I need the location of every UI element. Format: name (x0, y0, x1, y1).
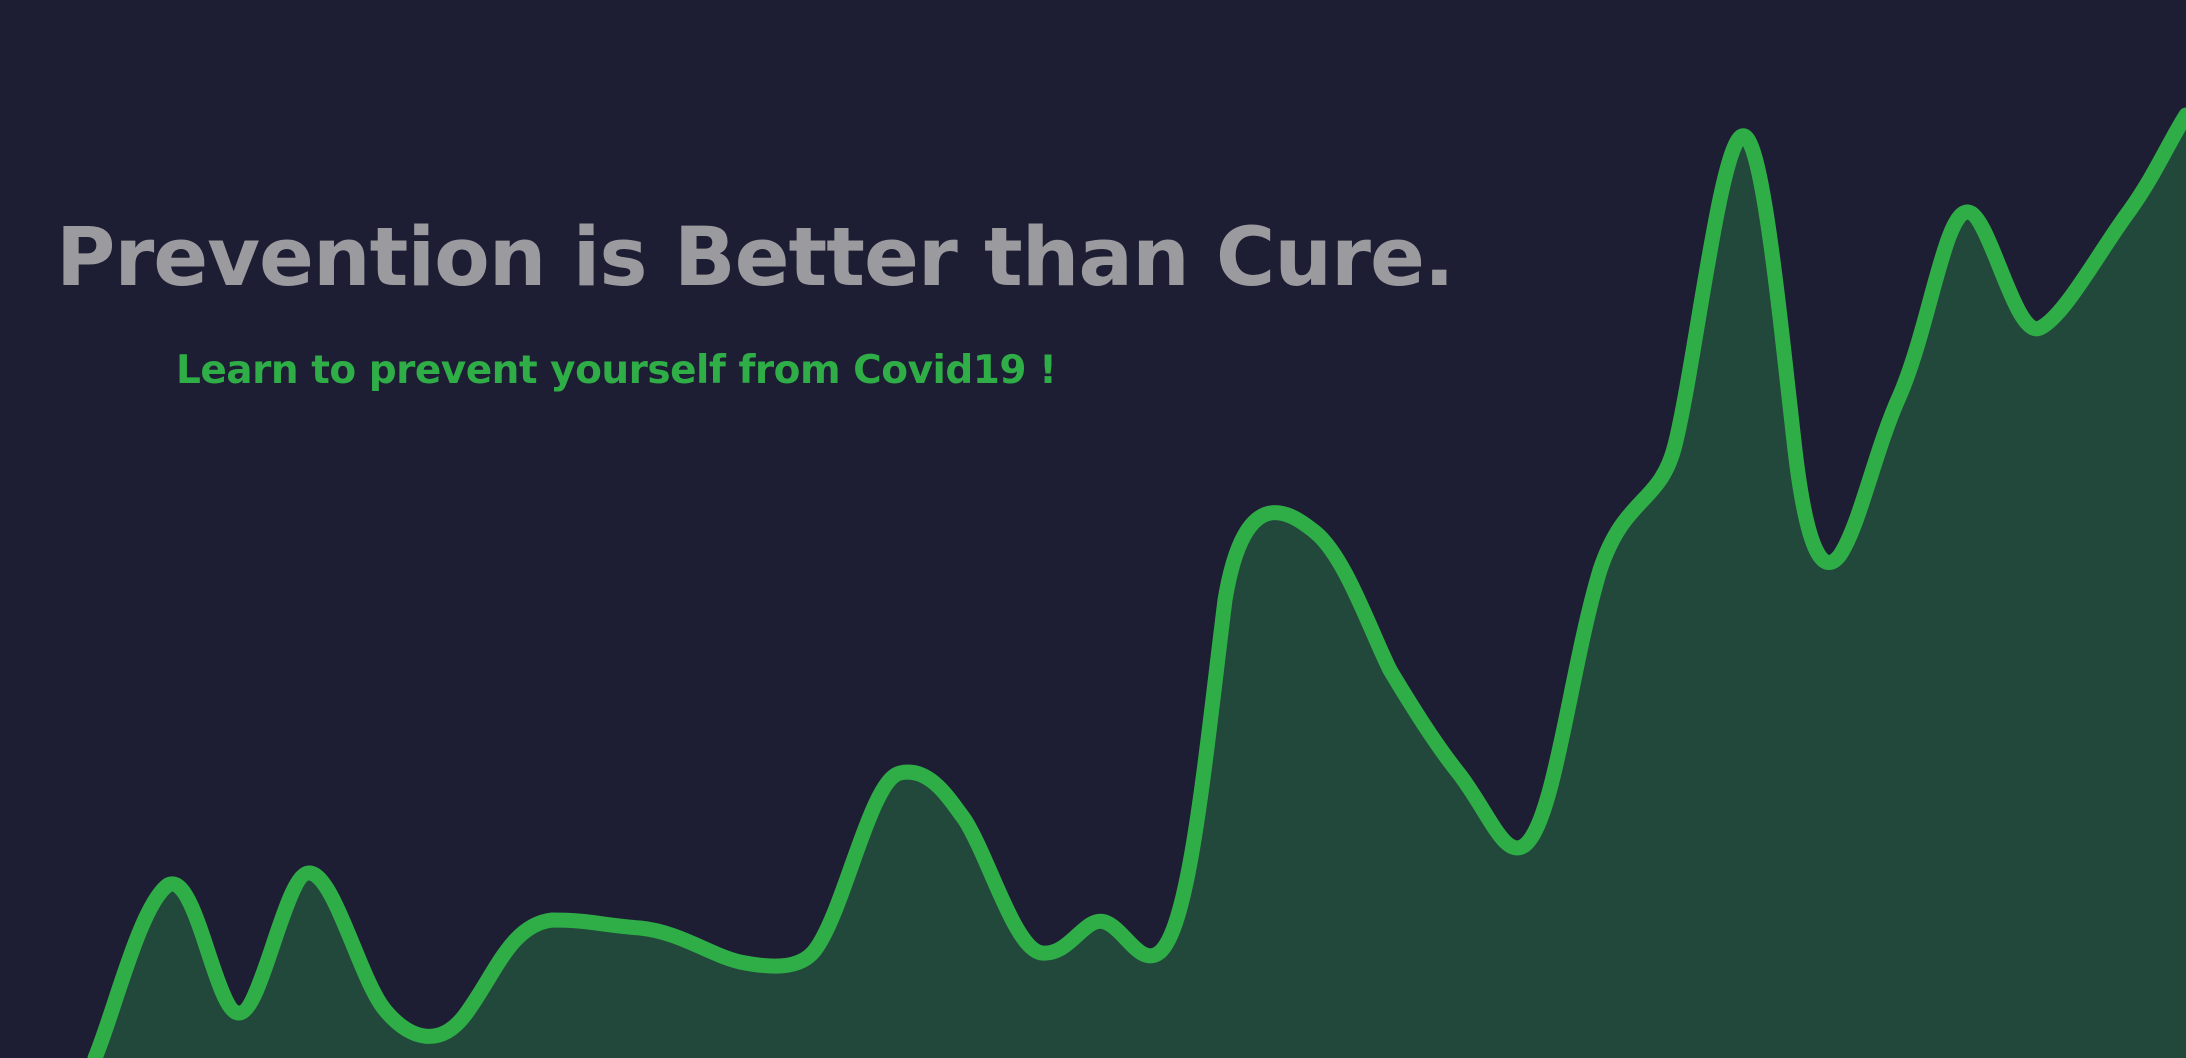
rising-wave-graphic (87, 107, 2186, 1058)
hero-headline: Prevention is Better than Cure. (56, 211, 1455, 305)
hero-tagline: Learn to prevent yourself from Covid19 ! (176, 348, 1057, 393)
hero-section: Prevention is Better than Cure. Learn to… (0, 0, 2186, 1058)
